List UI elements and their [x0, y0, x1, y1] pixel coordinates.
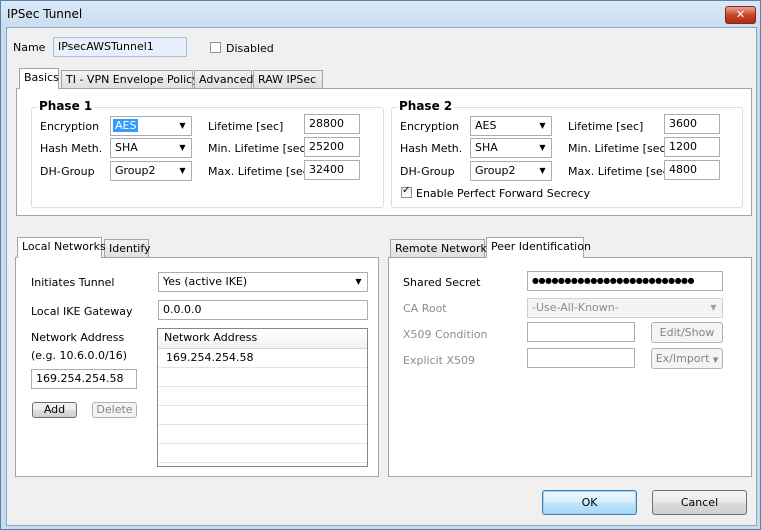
- tab-advanced[interactable]: Advanced: [194, 70, 253, 88]
- ex-import-button[interactable]: Ex/Import ▼: [651, 348, 723, 369]
- title-bar[interactable]: IPSec Tunnel ✕: [1, 1, 760, 27]
- pfs-label: Enable Perfect Forward Secrecy: [416, 187, 591, 200]
- ca-root-label: CA Root: [403, 302, 447, 315]
- chevron-down-icon: ▼: [179, 143, 186, 152]
- list-item[interactable]: 169.254.254.58: [158, 349, 367, 368]
- phase2-encryption-label: Encryption: [400, 120, 460, 133]
- x509-condition-input[interactable]: [527, 322, 635, 342]
- phase1-dh-select[interactable]: Group2 ▼: [110, 161, 192, 181]
- phase2-encryption-value: AES: [475, 119, 497, 132]
- checkmark-icon: ✓: [402, 185, 411, 196]
- chevron-down-icon: ▼: [539, 121, 546, 130]
- network-address-list[interactable]: Network Address 169.254.254.58: [157, 328, 368, 467]
- tab-local-networks[interactable]: Local Networks: [17, 237, 106, 258]
- name-input[interactable]: IPsecAWSTunnel1: [53, 37, 187, 57]
- phase2-hash-value: SHA: [475, 141, 498, 154]
- ca-root-value: -Use-All-Known-: [532, 301, 619, 314]
- cancel-button[interactable]: Cancel: [652, 490, 747, 515]
- initiates-tunnel-value: Yes (active IKE): [163, 275, 248, 288]
- phase1-dh-value: Group2: [115, 164, 156, 177]
- phase1-hash-value: SHA: [115, 141, 138, 154]
- ipsec-tunnel-window: IPSec Tunnel ✕ Name IPsecAWSTunnel1 Disa…: [0, 0, 761, 530]
- phase1-min-lifetime-input[interactable]: 25200: [304, 137, 360, 157]
- phase2-dh-label: DH-Group: [400, 165, 455, 178]
- phase2-encryption-select[interactable]: AES ▼: [470, 116, 552, 136]
- peer-identification-panel: Shared Secret ●●●●●●●●●●●●●●●●●●●●●●●●● …: [388, 257, 752, 477]
- tab-ti-vpn-envelope-policy[interactable]: TI - VPN Envelope Policy: [61, 70, 199, 88]
- phase2-dh-value: Group2: [475, 164, 516, 177]
- phase2-title: Phase 2: [397, 99, 455, 113]
- phase1-max-lifetime-input[interactable]: 32400: [304, 160, 360, 180]
- phase2-lifetime-input[interactable]: 3600: [664, 114, 720, 134]
- chevron-down-icon: ▼: [539, 166, 546, 175]
- close-button[interactable]: ✕: [725, 6, 756, 24]
- local-networks-panel: Initiates Tunnel Yes (active IKE) ▼ Loca…: [15, 257, 379, 477]
- phase2-max-lifetime-input[interactable]: 4800: [664, 160, 720, 180]
- phase1-lifetime-input[interactable]: 28800: [304, 114, 360, 134]
- initiates-tunnel-label: Initiates Tunnel: [31, 276, 115, 289]
- shared-secret-label: Shared Secret: [403, 276, 481, 289]
- chevron-down-icon: ▼: [179, 121, 186, 130]
- phase1-lifetime-label: Lifetime [sec]: [208, 120, 284, 133]
- phase1-max-lifetime-label: Max. Lifetime [sec]: [208, 165, 314, 178]
- pfs-checkbox[interactable]: ✓: [401, 185, 412, 198]
- list-item-empty: [158, 406, 367, 425]
- disabled-checkbox[interactable]: [210, 42, 221, 53]
- basics-panel: Phase 1 Encryption AES ▼ Hash Meth. SHA …: [16, 88, 752, 216]
- list-item-empty: [158, 368, 367, 387]
- phase1-dh-label: DH-Group: [40, 165, 95, 178]
- network-address-input[interactable]: 169.254.254.58: [31, 369, 137, 389]
- tab-remote-networks[interactable]: Remote Networks: [390, 239, 493, 257]
- add-button[interactable]: Add: [32, 402, 77, 418]
- explicit-x509-input[interactable]: [527, 348, 635, 368]
- chevron-down-icon: ▼: [355, 277, 362, 286]
- phase2-min-lifetime-input[interactable]: 1200: [664, 137, 720, 157]
- tab-peer-identification[interactable]: Peer Identification: [486, 237, 591, 258]
- list-item-empty: [158, 444, 367, 463]
- ca-root-select[interactable]: -Use-All-Known- ▼: [527, 298, 723, 318]
- phase2-max-lifetime-label: Max. Lifetime [sec]: [568, 165, 674, 178]
- disabled-label: Disabled: [226, 42, 274, 55]
- phase1-hash-select[interactable]: SHA ▼: [110, 138, 192, 158]
- ex-import-label: Ex/Import: [655, 352, 710, 365]
- phase2-lifetime-label: Lifetime [sec]: [568, 120, 644, 133]
- phase1-encryption-label: Encryption: [40, 120, 100, 133]
- local-ike-gateway-label: Local IKE Gateway: [31, 305, 133, 318]
- x509-condition-label: X509 Condition: [403, 328, 488, 341]
- initiates-tunnel-select[interactable]: Yes (active IKE) ▼: [158, 272, 368, 292]
- shared-secret-input[interactable]: ●●●●●●●●●●●●●●●●●●●●●●●●●: [527, 271, 723, 291]
- list-column-header[interactable]: Network Address: [158, 329, 367, 349]
- chevron-down-icon: ▼: [712, 356, 719, 364]
- phase1-encryption-select[interactable]: AES ▼: [110, 116, 192, 136]
- network-address-label: Network Address: [31, 331, 125, 344]
- phase1-min-lifetime-label: Min. Lifetime [sec]: [208, 142, 310, 155]
- window-title: IPSec Tunnel: [7, 7, 83, 21]
- phase2-min-lifetime-label: Min. Lifetime [sec]: [568, 142, 670, 155]
- phase1-hash-label: Hash Meth.: [40, 142, 103, 155]
- chevron-down-icon: ▼: [539, 143, 546, 152]
- dialog-body: Name IPsecAWSTunnel1 Disabled Basics TI …: [6, 27, 757, 526]
- tab-identify[interactable]: Identify: [104, 239, 151, 257]
- explicit-x509-label: Explicit X509: [403, 354, 475, 367]
- name-label: Name: [13, 41, 46, 54]
- network-address-hint: (e.g. 10.6.0.0/16): [31, 349, 128, 362]
- chevron-down-icon: ▼: [179, 166, 186, 175]
- phase1-encryption-value: AES: [113, 119, 139, 132]
- list-item-empty: [158, 425, 367, 444]
- phase2-hash-select[interactable]: SHA ▼: [470, 138, 552, 158]
- delete-button[interactable]: Delete: [92, 402, 137, 418]
- phase1-title: Phase 1: [37, 99, 95, 113]
- phase2-dh-select[interactable]: Group2 ▼: [470, 161, 552, 181]
- list-item-empty: [158, 387, 367, 406]
- ok-button[interactable]: OK: [542, 490, 637, 515]
- edit-show-button[interactable]: Edit/Show: [651, 322, 723, 343]
- local-ike-gateway-input[interactable]: 0.0.0.0: [158, 300, 368, 320]
- tab-basics[interactable]: Basics: [19, 68, 59, 89]
- chevron-down-icon: ▼: [710, 303, 717, 312]
- phase2-hash-label: Hash Meth.: [400, 142, 463, 155]
- tab-raw-ipsec[interactable]: RAW IPSec: [253, 70, 323, 88]
